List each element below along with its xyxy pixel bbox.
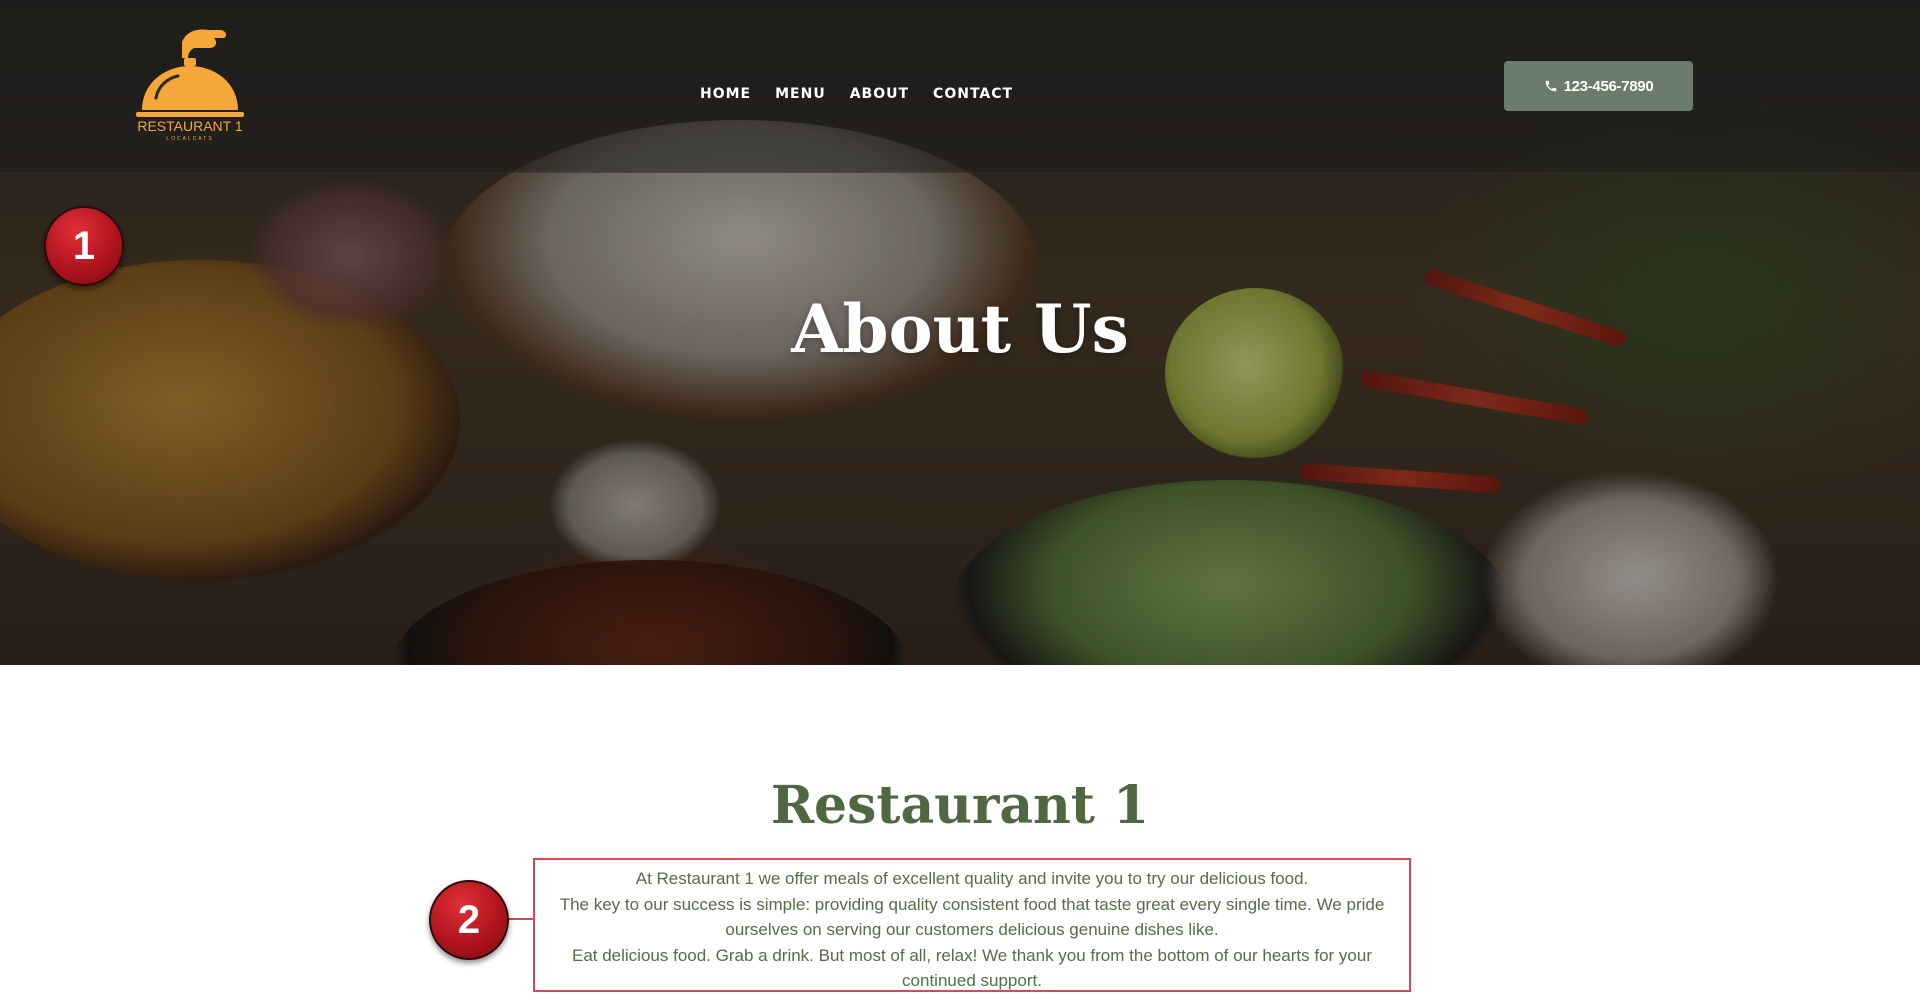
logo-tagline: LOCALCATS [166, 136, 214, 142]
about-text-block: At Restaurant 1 we offer meals of excell… [533, 858, 1411, 992]
restaurant-heading: Restaurant 1 [770, 775, 1150, 836]
nav-about[interactable]: ABOUT [850, 86, 909, 102]
nav-contact[interactable]: CONTACT [933, 86, 1013, 102]
callout-marker-1: 1 [44, 206, 124, 286]
nav-home[interactable]: HOME [700, 86, 751, 102]
callout-connector [507, 918, 533, 920]
main-nav: HOME MENU ABOUT CONTACT [700, 86, 1037, 102]
about-paragraph: At Restaurant 1 we offer meals of excell… [635, 869, 1309, 888]
about-paragraph: Eat delicious food. Grab a drink. But mo… [571, 945, 1372, 991]
logo-name: RESTAURANT 1 [137, 118, 243, 134]
site-logo[interactable]: RESTAURANT 1 LOCALCATS [134, 26, 246, 146]
page-title: About Us [791, 290, 1129, 368]
phone-number: 123-456-7890 [1563, 77, 1654, 95]
phone-icon [1545, 80, 1556, 92]
callout-marker-2: 2 [429, 880, 509, 960]
nav-menu[interactable]: MENU [775, 86, 826, 102]
phone-button[interactable]: 123-456-7890 [1504, 61, 1693, 111]
hero-banner: RESTAURANT 1 LOCALCATS HOME MENU ABOUT C… [0, 0, 1920, 665]
cloche-icon [136, 29, 244, 117]
about-paragraph: The key to our success is simple: provid… [559, 894, 1385, 940]
